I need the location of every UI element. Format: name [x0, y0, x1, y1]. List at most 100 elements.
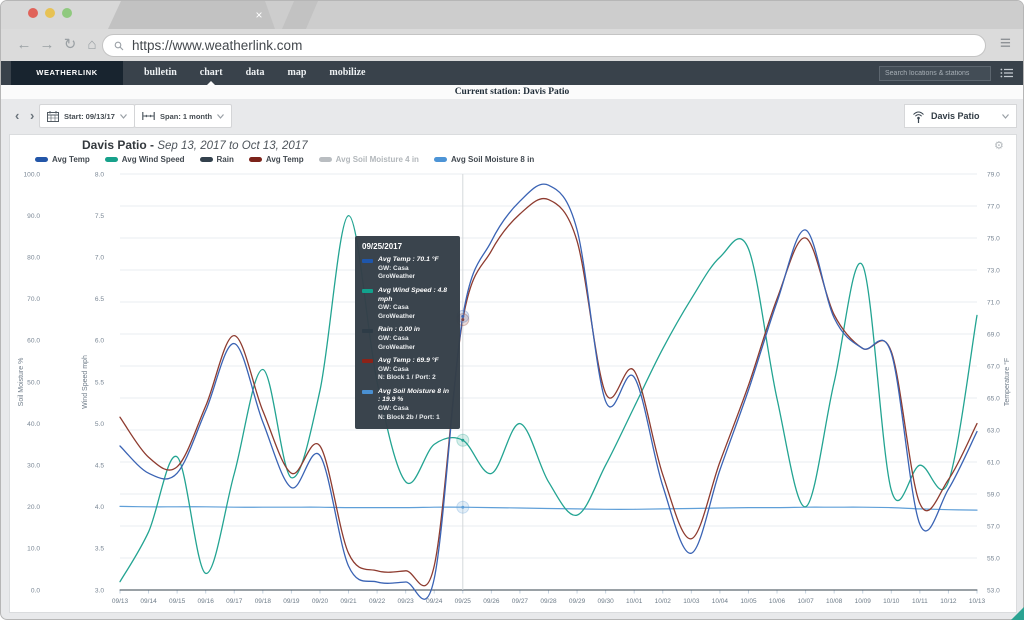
tab-close-icon[interactable]: × — [251, 1, 267, 29]
temp-axis-label: 53.0 — [987, 587, 1000, 594]
tooltip-date: 09/25/2017 — [362, 242, 453, 251]
x-axis-label: 10/07 — [797, 598, 814, 605]
x-axis-label: 09/23 — [398, 598, 415, 605]
temp-axis-label: 55.0 — [987, 555, 1000, 562]
tooltip-entry-text: Avg Temp : 70.1 °FGW: CasaGroWeather — [378, 256, 439, 282]
forward-icon[interactable]: → — [37, 29, 57, 61]
x-axis-label: 09/20 — [312, 598, 329, 605]
browser-menu-icon[interactable]: ≡ — [1000, 29, 1011, 61]
maximize-window-button[interactable] — [62, 8, 72, 18]
chevron-down-icon — [120, 114, 127, 119]
temp-axis-title: Temperature °F — [1003, 358, 1011, 406]
legend-item-avg-wind-speed[interactable]: Avg Wind Speed — [105, 155, 185, 164]
url-bar[interactable]: https://www.weatherlink.com — [102, 34, 986, 57]
list-view-icon[interactable] — [1000, 68, 1013, 78]
x-axis-label: 09/16 — [198, 598, 215, 605]
chart-plot[interactable]: 09/1309/1409/1509/1609/1709/1809/1909/20… — [10, 135, 1016, 612]
soil-axis-label: 70.0 — [27, 296, 40, 303]
back-icon[interactable]: ← — [14, 29, 34, 61]
close-window-button[interactable] — [28, 8, 38, 18]
x-axis-label: 10/11 — [912, 598, 928, 605]
legend-label: Rain — [217, 155, 234, 164]
home-icon[interactable]: ⌂ — [82, 29, 102, 61]
x-axis-label: 10/02 — [655, 598, 672, 605]
tooltip-entry-label: Avg Soil Moisture 8 in : 19.9 % — [378, 388, 453, 406]
legend-item-avg-soil-moisture-8-in[interactable]: Avg Soil Moisture 8 in — [434, 155, 534, 164]
start-date-button[interactable]: Start: 09/13/17 — [39, 104, 135, 128]
x-axis-label: 09/19 — [283, 598, 300, 605]
nav-item-data[interactable]: data — [246, 61, 265, 85]
wind-axis-label: 5.0 — [95, 421, 104, 428]
x-axis-label: 09/28 — [540, 598, 557, 605]
wind-axis-label: 3.5 — [95, 546, 104, 553]
tooltip-entry: Avg Soil Moisture 8 in : 19.9 %GW: CasaN… — [362, 388, 453, 423]
legend-item-avg-soil-moisture-4-in[interactable]: Avg Soil Moisture 4 in — [319, 155, 419, 164]
x-axis-label: 09/30 — [597, 598, 614, 605]
nav-item-bulletin[interactable]: bulletin — [144, 61, 177, 85]
temp-axis-label: 57.0 — [987, 523, 1000, 530]
span-button[interactable]: Span: 1 month — [134, 104, 232, 128]
nav-item-chart[interactable]: chart — [200, 61, 223, 85]
soil-axis-label: 40.0 — [27, 421, 40, 428]
wind-axis-label: 6.5 — [95, 296, 104, 303]
legend-swatch — [35, 157, 48, 162]
tooltip-entry-text: Avg Wind Speed : 4.8 mphGW: CasaGroWeath… — [378, 287, 453, 322]
station-selector[interactable]: Davis Patio — [904, 104, 1017, 128]
wind-axis-title: Wind Speed mph — [82, 355, 89, 409]
tooltip-entry-line: GW: Casa — [378, 405, 453, 413]
tooltip-entry-line: N: Block 1 / Port: 2 — [378, 374, 439, 382]
legend-item-avg-temp[interactable]: Avg Temp — [35, 155, 90, 164]
temp-axis-label: 77.0 — [987, 203, 1000, 210]
station-search-input[interactable] — [879, 66, 991, 81]
nav-item-mobilize[interactable]: mobilize — [329, 61, 365, 85]
temp-axis-label: 61.0 — [987, 459, 1000, 466]
span-label: Span: 1 month — [160, 112, 212, 121]
next-period-button[interactable]: › — [30, 104, 34, 128]
weatherlink-logo[interactable]: WEATHERLINK — [11, 61, 123, 85]
tooltip-swatch — [362, 259, 373, 263]
tooltip-entry-label: Avg Temp : 69.9 °F — [378, 357, 439, 366]
tooltip-entry: Avg Temp : 70.1 °FGW: CasaGroWeather — [362, 256, 453, 282]
legend-item-rain[interactable]: Rain — [200, 155, 234, 164]
legend-swatch — [434, 157, 447, 162]
wind-axis-label: 8.0 — [95, 171, 104, 178]
prev-period-button[interactable]: ‹ — [15, 104, 19, 128]
span-icon — [142, 112, 155, 120]
legend-swatch — [200, 157, 213, 162]
new-tab-button[interactable] — [282, 1, 318, 29]
minimize-window-button[interactable] — [45, 8, 55, 18]
chevron-down-icon — [217, 114, 224, 119]
x-axis-label: 10/08 — [826, 598, 843, 605]
calendar-icon — [47, 111, 59, 122]
gear-icon[interactable]: ⚙ — [994, 139, 1004, 152]
wind-axis-label: 5.5 — [95, 379, 104, 386]
browser-toolbar: ← → ↻ ⌂ https://www.weatherlink.com ≡ — [1, 29, 1023, 61]
x-axis-label: 09/15 — [169, 598, 186, 605]
x-axis-label: 09/14 — [140, 598, 157, 605]
legend-label: Avg Temp — [52, 155, 90, 164]
x-axis-label: 09/29 — [569, 598, 586, 605]
crosshair-marker-dot — [461, 315, 464, 318]
x-axis-label: 10/06 — [769, 598, 786, 605]
tooltip-swatch — [362, 359, 373, 363]
resize-grip[interactable] — [1011, 607, 1024, 620]
x-axis-label: 09/24 — [426, 598, 443, 605]
tooltip-entry-line: GW: Casa — [378, 304, 453, 312]
station-selector-label: Davis Patio — [931, 111, 996, 121]
legend-item-avg-temp[interactable]: Avg Temp — [249, 155, 304, 164]
browser-tab[interactable] — [107, 1, 275, 29]
legend-swatch — [319, 157, 332, 162]
soil-axis-label: 80.0 — [27, 255, 40, 262]
legend-label: Avg Soil Moisture 8 in — [451, 155, 534, 164]
start-date-label: Start: 09/13/17 — [64, 112, 115, 121]
x-axis-label: 09/26 — [483, 598, 500, 605]
series-line-avg-wind-speed — [120, 216, 977, 582]
refresh-icon[interactable]: ↻ — [60, 29, 80, 61]
soil-axis-label: 60.0 — [27, 338, 40, 345]
nav-item-map[interactable]: map — [287, 61, 306, 85]
legend-label: Avg Temp — [266, 155, 304, 164]
x-axis-label: 10/04 — [712, 598, 729, 605]
wind-axis-label: 6.0 — [95, 338, 104, 345]
search-icon — [114, 41, 124, 51]
tooltip-entry-line: GroWeather — [378, 344, 420, 352]
